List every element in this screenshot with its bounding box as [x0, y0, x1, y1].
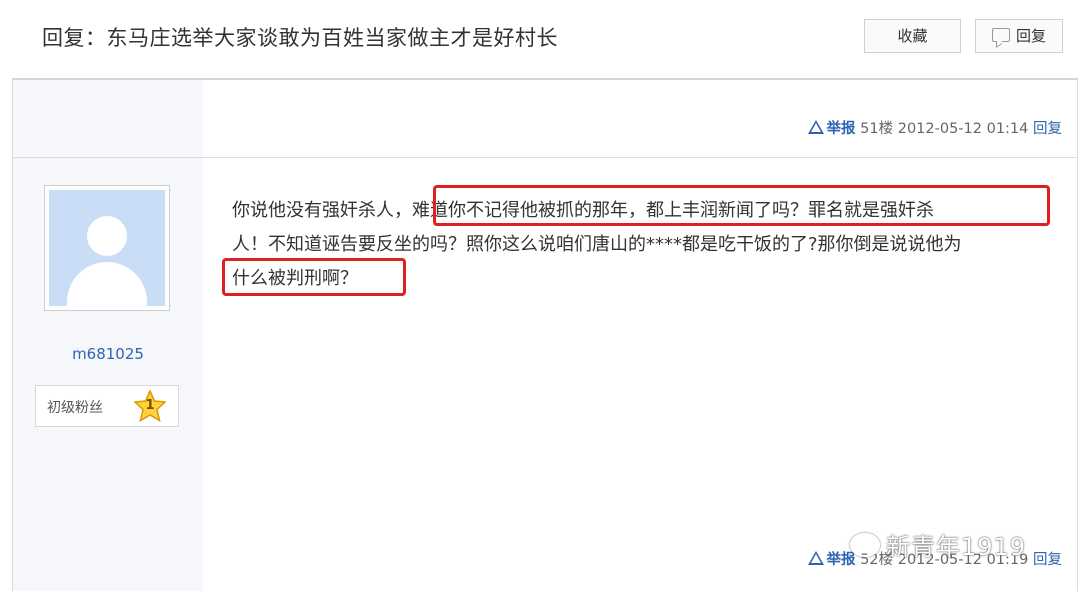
thread-header: 回复：东马庄选举大家谈敢为百姓当家做主才是好村长 收藏 回复	[12, 0, 1078, 80]
reply-button[interactable]: 回复	[975, 19, 1063, 53]
rank-badge: 初级粉丝 1	[35, 385, 179, 427]
warning-icon	[807, 120, 824, 134]
watermark-text: 新青年1919	[886, 533, 1027, 561]
floor-number: 51楼	[860, 121, 894, 137]
username-link[interactable]: m681025	[13, 345, 203, 363]
post-meta-51: 举报 51楼 2012-05-12 01:14 回复	[807, 117, 1062, 138]
content-line: 人！不知道诬告要反坐的吗？照你这么说咱们唐山的****都是吃干饭的了?那你倒是说…	[232, 234, 962, 255]
reply-label: 回复	[1015, 27, 1046, 45]
report-link[interactable]: 举报	[807, 120, 856, 137]
favorite-button[interactable]: 收藏	[864, 19, 961, 53]
star-level-icon: 1	[133, 389, 167, 423]
wechat-icon	[850, 533, 880, 557]
highlight-box	[433, 185, 1050, 226]
highlight-box	[222, 258, 406, 296]
thread-title: 回复：东马庄选举大家谈敢为百姓当家做主才是好村长	[42, 26, 558, 50]
watermark: 新青年1919	[850, 527, 1026, 562]
warning-icon	[807, 551, 824, 565]
favorite-label: 收藏	[897, 27, 928, 45]
avatar[interactable]	[44, 185, 170, 311]
comment-icon	[991, 28, 1010, 42]
default-avatar-icon	[49, 190, 165, 306]
report-link[interactable]: 举报	[807, 551, 856, 568]
post-divider	[13, 157, 1077, 158]
rank-label: 初级粉丝	[47, 400, 103, 416]
post-reply-link[interactable]: 回复	[1033, 121, 1062, 137]
post-datetime: 2012-05-12 01:14	[897, 121, 1029, 137]
rank-level: 1	[145, 398, 155, 413]
post-reply-link[interactable]: 回复	[1033, 552, 1062, 568]
